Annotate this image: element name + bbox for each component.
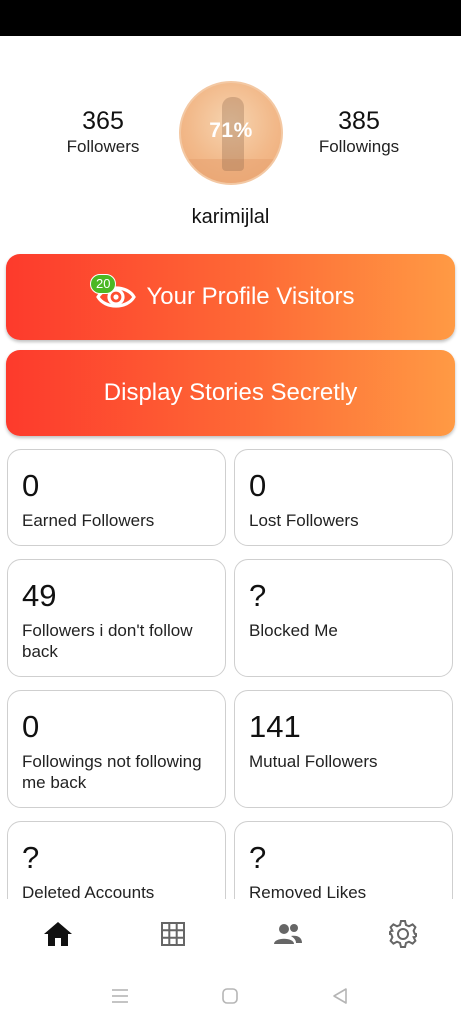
nav-settings[interactable] <box>388 919 418 949</box>
followings-label: Followings <box>318 137 400 156</box>
card-removed-likes[interactable]: ? Removed Likes <box>234 821 453 899</box>
status-bar <box>0 0 461 36</box>
card-value: ? <box>22 840 40 875</box>
system-back-button[interactable] <box>329 985 351 1007</box>
card-not-followed-back[interactable]: 49 Followers i don't follow back <box>7 559 226 677</box>
card-label: Blocked Me <box>249 621 338 640</box>
home-icon <box>44 922 72 946</box>
card-label: Mutual Followers <box>249 752 378 771</box>
system-menu-button[interactable] <box>109 985 131 1007</box>
followings-stat[interactable]: 385 Followings <box>289 106 429 158</box>
followers-stat[interactable]: 365 Followers <box>33 106 173 158</box>
card-lost-followers[interactable]: 0 Lost Followers <box>234 449 453 546</box>
card-label: Deleted Accounts <box>22 883 155 899</box>
avatar[interactable]: 71% <box>179 81 283 185</box>
progress-percent: 71% <box>209 119 253 142</box>
menu-icon <box>112 989 128 1003</box>
card-value: 0 <box>249 468 267 503</box>
card-label: Followers i don't follow back <box>22 621 193 661</box>
settings-icon <box>389 920 417 948</box>
grid-icon <box>161 922 185 946</box>
followings-count: 385 <box>338 107 380 135</box>
profile-visitors-button[interactable]: 20 Your Profile Visitors <box>6 254 455 340</box>
card-value: ? <box>249 578 267 613</box>
card-value: 0 <box>22 468 40 503</box>
home-circle-icon <box>222 988 238 1004</box>
card-followings-not-following-back[interactable]: 0 Followings not following me back <box>7 690 226 808</box>
bottom-nav <box>0 899 461 969</box>
card-deleted-accounts[interactable]: ? Deleted Accounts <box>7 821 226 899</box>
display-stories-button[interactable]: Display Stories Secretly <box>6 350 455 436</box>
card-label: Earned Followers <box>22 511 155 530</box>
profile-header: 365 Followers 71% 385 Followings karimij… <box>0 36 461 246</box>
card-label: Lost Followers <box>249 511 359 530</box>
system-home-button[interactable] <box>219 985 241 1007</box>
followers-count: 365 <box>82 107 124 135</box>
card-value: 49 <box>22 578 57 613</box>
profile-visitors-label: Your Profile Visitors <box>146 283 355 310</box>
system-nav-bar <box>0 969 461 1024</box>
back-icon <box>333 988 347 1004</box>
card-blocked-me[interactable]: ? Blocked Me <box>234 559 453 677</box>
people-icon <box>274 924 302 944</box>
card-value: ? <box>249 840 267 875</box>
followers-label: Followers <box>66 137 140 156</box>
card-value: 141 <box>249 709 301 744</box>
card-value: 0 <box>22 709 40 744</box>
main-content[interactable]: 365 Followers 71% 385 Followings karimij… <box>0 36 461 899</box>
card-label: Followings not following me back <box>22 752 202 792</box>
nav-grid[interactable] <box>158 919 188 949</box>
card-label: Removed Likes <box>249 883 367 899</box>
username: karimijlal <box>191 206 270 228</box>
card-earned-followers[interactable]: 0 Earned Followers <box>7 449 226 546</box>
display-stories-label: Display Stories Secretly <box>103 379 358 406</box>
nav-people[interactable] <box>273 919 303 949</box>
nav-home[interactable] <box>43 919 73 949</box>
card-mutual-followers[interactable]: 141 Mutual Followers <box>234 690 453 808</box>
